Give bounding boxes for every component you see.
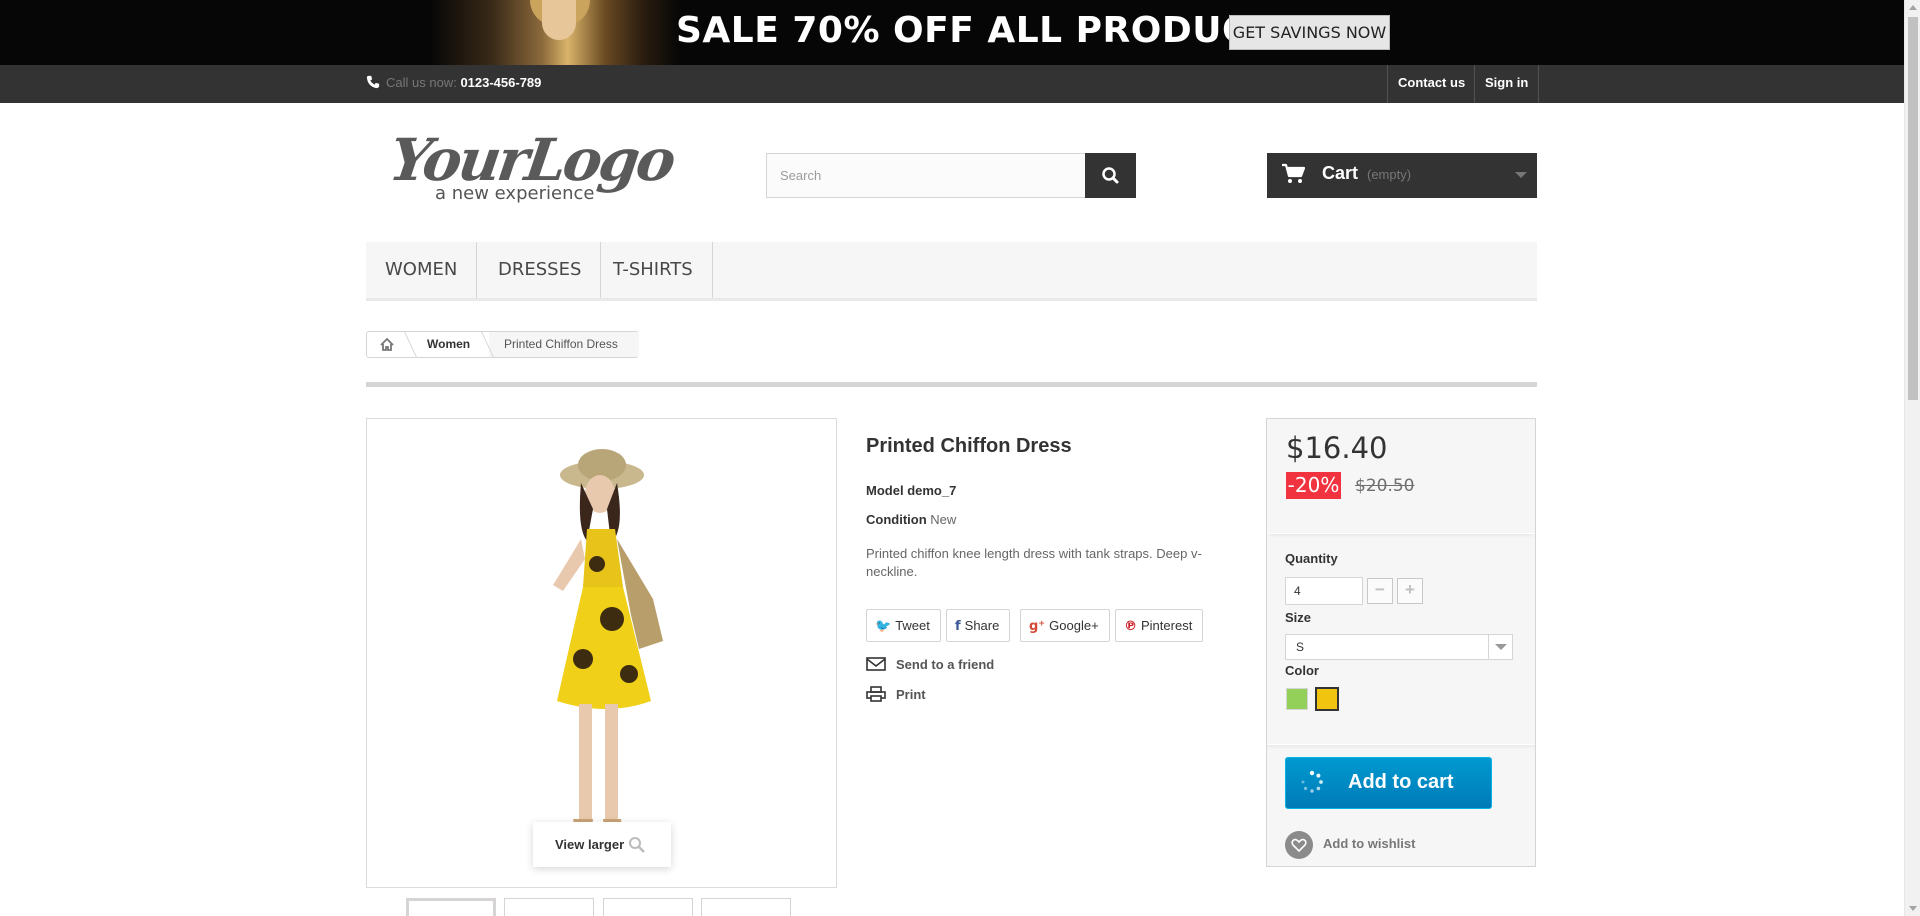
promo-banner[interactable]: SALE 70% OFF ALL PRODUCTS GET SAVINGS NO… — [0, 0, 1904, 65]
top-nav-bar: Call us now: 0123-456-789 Contact us Sig… — [0, 65, 1904, 103]
search-input[interactable] — [767, 154, 1087, 197]
banner-headline: SALE 70% OFF ALL PRODUCTS — [676, 10, 1301, 51]
phone-icon — [366, 75, 380, 89]
envelope-icon — [866, 657, 886, 671]
share-label: Share — [964, 618, 1000, 633]
thumbnail[interactable] — [504, 898, 594, 916]
color-swatch-yellow[interactable] — [1315, 687, 1339, 711]
search-bar — [766, 153, 1136, 198]
current-price: $16.40 — [1286, 431, 1388, 465]
pinterest-label: Pinterest — [1141, 618, 1193, 633]
cart-block[interactable]: Cart (empty) — [1267, 153, 1537, 198]
main-menu: WOMEN DRESSES T-SHIRTS — [366, 242, 1537, 301]
breadcrumb-current: Printed Chiffon Dress — [504, 337, 618, 351]
google-plus-button[interactable]: g⁺ Google+ — [1020, 609, 1110, 642]
size-select[interactable]: S — [1285, 634, 1513, 660]
chevron-down-icon — [1515, 172, 1527, 178]
menu-item-t-shirts[interactable]: T-SHIRTS — [594, 242, 713, 298]
scrollbar-thumb[interactable] — [1908, 17, 1918, 400]
wishlist-label: Add to wishlist — [1323, 836, 1416, 851]
google-plus-icon: g⁺ — [1029, 619, 1046, 634]
model-value: demo_7 — [907, 483, 957, 498]
printer-icon — [866, 686, 886, 702]
view-larger-button[interactable]: View larger — [533, 822, 671, 867]
menu-item-women[interactable]: WOMEN — [366, 242, 478, 298]
send-to-friend-link[interactable]: Send to a friend — [866, 656, 994, 672]
menu-item-dresses[interactable]: DRESSES — [479, 242, 602, 298]
twitter-icon: 🐦 — [875, 619, 892, 634]
quantity-label: Quantity — [1285, 551, 1338, 566]
product-description: Printed chiffon knee length dress with t… — [866, 546, 1202, 579]
cart-status: (empty) — [1367, 167, 1412, 182]
chevron-down-icon — [1488, 635, 1512, 659]
sign-in-link[interactable]: Sign in — [1474, 65, 1540, 103]
print-label: Print — [896, 687, 926, 702]
view-larger-label: View larger — [555, 837, 625, 852]
print-link[interactable]: Print — [866, 686, 926, 702]
vertical-scrollbar[interactable] — [1904, 0, 1920, 916]
search-button[interactable] — [1085, 153, 1136, 198]
send-to-friend-label: Send to a friend — [896, 657, 995, 672]
product-photo — [553, 449, 663, 837]
add-to-wishlist-link[interactable]: Add to wishlist — [1285, 830, 1415, 859]
zoom-icon — [629, 837, 645, 853]
divider — [366, 382, 1537, 387]
tweet-label: Tweet — [895, 618, 930, 633]
add-to-cart-label: Add to cart — [1348, 771, 1454, 793]
breadcrumb-home[interactable] — [367, 332, 408, 357]
get-savings-button[interactable]: GET SAVINGS NOW — [1229, 15, 1390, 50]
thumbnail[interactable] — [701, 898, 791, 916]
page: SALE 70% OFF ALL PRODUCTS GET SAVINGS NO… — [0, 0, 1920, 916]
thumbnail[interactable] — [603, 898, 693, 916]
scroll-up-icon[interactable] — [1909, 5, 1917, 10]
heart-icon — [1285, 830, 1313, 859]
pinterest-button[interactable]: ℗ Pinterest — [1115, 609, 1204, 642]
price-area: $16.40 -20% $20.50 — [1267, 419, 1535, 534]
search-icon — [1102, 167, 1119, 184]
google-plus-label: Google+ — [1049, 618, 1099, 633]
facebook-icon: f — [955, 619, 961, 634]
share-button[interactable]: f Share — [946, 609, 1011, 642]
model-label: Model — [866, 483, 904, 498]
add-to-cart-button[interactable]: Add to cart — [1285, 757, 1492, 809]
breadcrumb: Women Printed Chiffon Dress — [366, 331, 639, 358]
phone-number: 0123-456-789 — [460, 75, 542, 90]
discount-badge: -20% — [1286, 472, 1341, 499]
product-image[interactable] — [366, 418, 837, 888]
condition-label: Condition — [866, 512, 927, 527]
scroll-down-icon[interactable] — [1909, 906, 1917, 911]
breadcrumb-women[interactable]: Women — [427, 337, 470, 351]
home-icon — [380, 337, 394, 351]
color-label: Color — [1285, 663, 1319, 678]
pinterest-icon: ℗ — [1124, 619, 1137, 634]
cart-icon — [1282, 163, 1305, 183]
size-value: S — [1296, 640, 1305, 654]
logo-tagline: a new experience — [435, 183, 595, 204]
loading-spinner-icon — [1301, 770, 1323, 793]
cart-label: Cart — [1322, 163, 1359, 183]
color-swatch-green[interactable] — [1286, 688, 1308, 710]
site-logo[interactable]: YourLogo a new experience — [385, 126, 680, 206]
thumbnail[interactable] — [406, 898, 496, 916]
size-label: Size — [1285, 610, 1312, 625]
call-us-label: Call us now: — [386, 75, 457, 90]
quantity-increase-button[interactable]: + — [1397, 578, 1423, 604]
quantity-decrease-button[interactable]: − — [1367, 578, 1393, 604]
tweet-button[interactable]: 🐦 Tweet — [866, 609, 941, 642]
call-us: Call us now: 0123-456-789 — [366, 75, 541, 90]
model-info: Model demo_7 — [866, 483, 956, 498]
banner-model-image — [430, 0, 680, 65]
condition-value: New — [930, 512, 957, 527]
quantity-input[interactable] — [1285, 577, 1363, 605]
condition-info: Condition New — [866, 512, 956, 527]
product-title: Printed Chiffon Dress — [866, 435, 1072, 457]
contact-us-link[interactable]: Contact us — [1387, 65, 1475, 103]
old-price: $20.50 — [1355, 476, 1415, 496]
